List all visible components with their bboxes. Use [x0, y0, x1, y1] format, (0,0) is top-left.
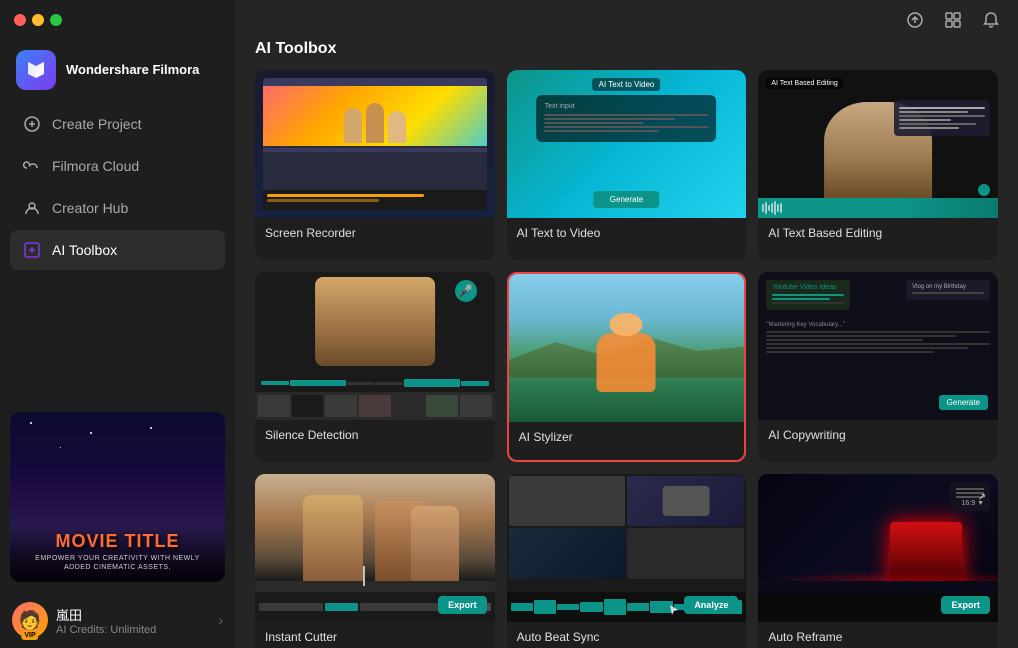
tool-label-auto-reframe: Auto Reframe: [758, 622, 998, 648]
tool-label-screen-recorder: Screen Recorder: [255, 218, 495, 248]
upload-icon[interactable]: [904, 9, 926, 31]
app-logo: Wondershare Filmora: [0, 40, 235, 104]
tool-label-ai-stylizer: AI Stylizer: [509, 422, 745, 452]
sidebar-item-create-project[interactable]: Create Project: [10, 104, 225, 144]
tool-label-silence-detection: Silence Detection: [255, 420, 495, 450]
create-project-label: Create Project: [52, 116, 141, 132]
promo-content: MOVIE TITLE EMPOWER YOUR CREATIVITY WITH…: [10, 523, 225, 582]
chevron-right-icon: ›: [218, 612, 223, 628]
create-project-icon: [22, 114, 42, 134]
tool-card-auto-reframe[interactable]: Auto Reframe 16:9 ▼ ↗: [758, 474, 998, 648]
promo-title: MOVIE TITLE: [18, 531, 217, 552]
main-content: AI Toolbox: [235, 0, 1018, 648]
titlebar: [0, 0, 235, 40]
user-profile[interactable]: 🧑 VIP 嵐田 AI Credits: Unlimited ›: [0, 592, 235, 648]
tool-card-ai-text-to-video[interactable]: AI Text to Video Text input Generate AI …: [507, 70, 747, 260]
traffic-lights: [14, 14, 62, 26]
user-info: 嵐田 AI Credits: Unlimited: [56, 605, 210, 636]
grid-icon[interactable]: [942, 9, 964, 31]
tool-thumb-auto-reframe: Auto Reframe 16:9 ▼ ↗: [758, 474, 998, 622]
tool-card-screen-recorder[interactable]: Screen Recorder: [255, 70, 495, 260]
tool-card-ai-text-based-editing[interactable]: AI Text Based Editing: [758, 70, 998, 260]
tool-label-ai-text-to-video: AI Text to Video: [507, 218, 747, 248]
tool-thumb-ai-text-to-video: AI Text to Video Text input Generate: [507, 70, 747, 218]
tool-thumb-ai-text-based-editing: AI Text Based Editing: [758, 70, 998, 218]
tool-card-ai-copywriting[interactable]: Youtube Video Ideas Vlog on my Birthday …: [758, 272, 998, 462]
user-name: 嵐田: [56, 605, 210, 624]
sidebar-item-ai-toolbox[interactable]: AI Toolbox: [10, 230, 225, 270]
minimize-button[interactable]: [32, 14, 44, 26]
promo-subtitle: EMPOWER YOUR CREATIVITY WITH NEWLY ADDED…: [18, 552, 217, 574]
tool-label-ai-text-based-editing: AI Text Based Editing: [758, 218, 998, 248]
promo-image: MOVIE TITLE EMPOWER YOUR CREATIVITY WITH…: [10, 412, 225, 582]
tool-thumb-screen-recorder: [255, 70, 495, 218]
maximize-button[interactable]: [50, 14, 62, 26]
sidebar-item-creator-hub[interactable]: Creator Hub: [10, 188, 225, 228]
page-title: AI Toolbox: [235, 40, 1018, 70]
app-logo-icon: [16, 50, 56, 90]
tool-card-auto-beat-sync[interactable]: Analyze Auto Beat Sync: [507, 474, 747, 648]
ai-toolbox-label: AI Toolbox: [52, 242, 117, 258]
tool-card-silence-detection[interactable]: 🎤: [255, 272, 495, 462]
nav-menu: Create Project Filmora Cloud Creator Hub: [0, 104, 235, 270]
tool-card-instant-cutter[interactable]: Export Instant Cutter: [255, 474, 495, 648]
tool-thumb-instant-cutter: Export: [255, 474, 495, 622]
vip-badge: VIP: [21, 631, 38, 640]
creator-hub-icon: [22, 198, 42, 218]
sidebar-item-filmora-cloud[interactable]: Filmora Cloud: [10, 146, 225, 186]
sidebar: Wondershare Filmora Create Project Filmo…: [0, 0, 235, 648]
avatar: 🧑 VIP: [12, 602, 48, 638]
user-credits: AI Credits: Unlimited: [56, 624, 210, 636]
ai-toolbox-icon: [22, 240, 42, 260]
export-button[interactable]: Export: [438, 596, 487, 614]
tool-label-auto-beat-sync: Auto Beat Sync: [507, 622, 747, 648]
tool-thumb-ai-stylizer: [509, 274, 745, 422]
filmora-cloud-icon: [22, 156, 42, 176]
filmora-cloud-label: Filmora Cloud: [52, 158, 139, 174]
analyze-button[interactable]: Analyze: [684, 596, 738, 614]
tool-card-ai-stylizer[interactable]: AI Stylizer: [507, 272, 747, 462]
tool-thumb-auto-beat-sync: Analyze: [507, 474, 747, 622]
tool-thumb-silence-detection: 🎤: [255, 272, 495, 420]
creator-hub-label: Creator Hub: [52, 200, 128, 216]
notification-icon[interactable]: [980, 9, 1002, 31]
app-name: Wondershare Filmora: [66, 62, 199, 79]
tool-thumb-ai-copywriting: Youtube Video Ideas Vlog on my Birthday …: [758, 272, 998, 420]
tool-label-ai-copywriting: AI Copywriting: [758, 420, 998, 450]
close-button[interactable]: [14, 14, 26, 26]
tool-label-instant-cutter: Instant Cutter: [255, 622, 495, 648]
auto-reframe-export-button[interactable]: Export: [941, 596, 990, 614]
promo-banner[interactable]: MOVIE TITLE EMPOWER YOUR CREATIVITY WITH…: [10, 412, 225, 582]
tools-grid: Screen Recorder AI Text to Video Text in…: [235, 70, 1018, 648]
top-bar: [235, 0, 1018, 40]
